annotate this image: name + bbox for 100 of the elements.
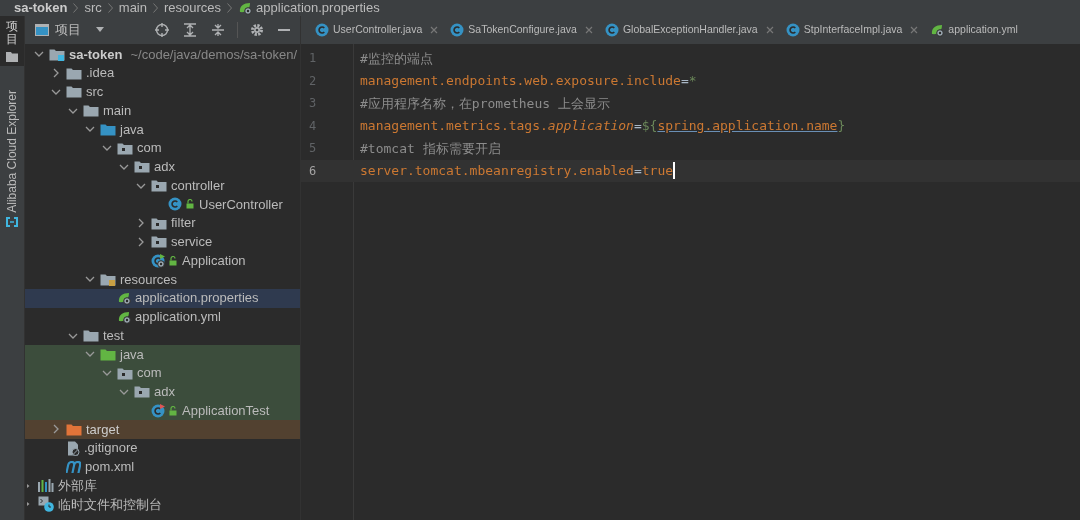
editor-tab[interactable]: StpInterfaceImpl.java [779, 16, 925, 44]
folder-icon [100, 272, 116, 286]
editor-tab[interactable]: SaTokenConfigure.java [444, 16, 599, 44]
class-icon [168, 197, 182, 212]
tree-item[interactable]: service [25, 232, 300, 252]
locate-icon[interactable] [155, 23, 169, 37]
folder-icon [83, 329, 99, 343]
line-number: 4 [308, 117, 318, 135]
tree-item[interactable]: test [25, 326, 300, 345]
breadcrumb-item[interactable]: main [118, 0, 147, 18]
tree-item[interactable]: src [25, 82, 300, 102]
dropdown-caret-icon[interactable] [95, 27, 105, 33]
path-text: ~/code/java/demos/sa-token/ [130, 45, 298, 64]
tree-label: sa-token [69, 45, 123, 64]
tree-label: 外部库 [58, 476, 97, 495]
code-line: management.endpoints.web.exposure.include=* [360, 72, 697, 90]
line-number: 3 [308, 95, 318, 113]
tree-item[interactable]: com [25, 138, 300, 158]
folder-icon [151, 235, 167, 249]
chevron-right-icon [107, 3, 113, 13]
code-line: management.metrics.tags.application=${spring.application.name} [360, 117, 846, 135]
tree-item[interactable]: application.properties [25, 288, 300, 308]
editor-tab[interactable]: GlobalExceptionHandler.java [598, 16, 780, 44]
tree-item[interactable]: adx [25, 157, 300, 177]
tree-item[interactable]: application.yml [25, 307, 300, 327]
editor-tab[interactable]: UserController.java [309, 16, 445, 44]
tree-item[interactable]: main [25, 101, 300, 120]
collapse-all-icon[interactable] [211, 23, 225, 37]
editor-tab[interactable]: application.yml [924, 16, 1024, 44]
breadcrumb-item[interactable]: resources [164, 0, 222, 18]
class-icon [151, 253, 165, 268]
folder-icon [117, 366, 133, 380]
tree-label: 临时文件和控制台 [58, 495, 162, 514]
tree-label: pom.xml [85, 458, 135, 477]
class-icon [604, 23, 619, 37]
line-number: 1 [308, 50, 318, 68]
tree-label: Application [182, 251, 246, 270]
tree-item[interactable]: target [25, 420, 300, 439]
chevron-right-icon [227, 3, 233, 13]
tree-label: java [120, 345, 144, 364]
tree-item[interactable]: sa-token ~/code/java/demos/sa-token/ [25, 45, 300, 64]
tree-item[interactable]: java [25, 345, 300, 364]
folder-icon [6, 52, 18, 63]
window-icon [35, 24, 49, 36]
expand-all-icon[interactable] [183, 23, 197, 37]
folder-icon [134, 160, 150, 174]
spring-leaf-icon [117, 291, 131, 306]
class-icon [151, 403, 165, 418]
tree-item[interactable]: UserController [25, 195, 300, 214]
line-number: 6 [308, 162, 318, 180]
breadcrumb-item[interactable]: src [84, 0, 102, 18]
tree-label: service [171, 233, 213, 252]
folder-icon [83, 104, 99, 118]
tree-item[interactable]: 临时文件和控制台 [25, 495, 300, 514]
folder-icon [117, 141, 133, 155]
tree-item[interactable]: 外部库 [25, 476, 300, 495]
panel-title[interactable]: 项目 [55, 20, 81, 40]
tree-label: controller [171, 176, 225, 195]
folder-icon [100, 347, 116, 361]
line-number: 5 [308, 140, 318, 158]
close-icon [430, 26, 439, 34]
close-icon [910, 26, 919, 34]
class-icon [785, 23, 800, 37]
scratch-console-icon [38, 496, 54, 513]
tree-label: .idea [86, 64, 115, 83]
tree-label: main [103, 101, 132, 120]
tree-label: com [137, 139, 162, 158]
tree-label: adx [154, 383, 175, 402]
tree-label: resources [120, 270, 178, 289]
text-cursor [673, 162, 676, 180]
tree-label: application.yml [135, 308, 221, 327]
tree-item[interactable]: Application [25, 251, 300, 270]
tree-label: target [86, 420, 120, 439]
tree-item[interactable]: .gitignore [25, 438, 300, 458]
tree-item[interactable]: pom.xml [25, 457, 300, 477]
file-icon [66, 440, 80, 456]
tree-item[interactable]: controller [25, 176, 300, 195]
settings-icon[interactable] [250, 23, 264, 37]
spring-leaf-icon [930, 23, 945, 37]
cloud-bracket-icon [6, 217, 18, 228]
breadcrumb-item[interactable]: sa-token [14, 0, 68, 18]
library-icon [38, 479, 54, 493]
tree-item[interactable]: java [25, 120, 300, 139]
close-icon [584, 26, 593, 34]
tree-item[interactable]: resources [25, 270, 300, 289]
tree-label: test [103, 326, 124, 345]
tool-window-tab[interactable]: 项目 [0, 16, 24, 67]
tree-label: UserController [199, 195, 283, 214]
tool-window-tab[interactable]: Alibaba Cloud Explorer [0, 86, 24, 232]
breadcrumb-item[interactable]: application.properties [256, 0, 380, 18]
unlocked-icon [186, 199, 195, 210]
tree-label: com [137, 364, 162, 383]
spring-leaf-icon [238, 1, 253, 15]
folder-icon [66, 85, 82, 99]
class-icon [450, 23, 465, 37]
tree-item[interactable]: ApplicationTest [25, 401, 300, 420]
tree-item[interactable]: .idea [25, 63, 300, 83]
tree-item[interactable]: filter [25, 213, 300, 233]
tree-label: adx [154, 158, 175, 177]
tree-label: src [86, 83, 104, 102]
